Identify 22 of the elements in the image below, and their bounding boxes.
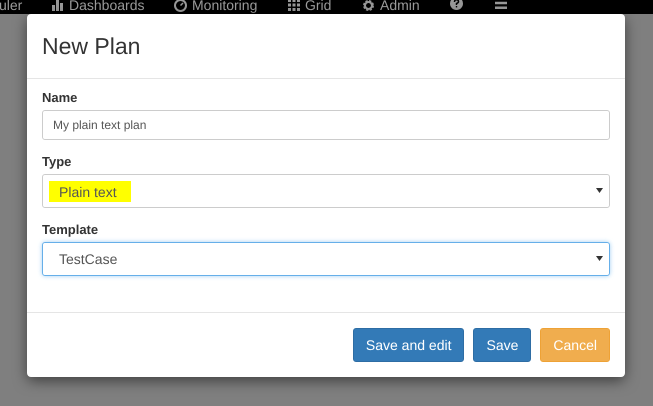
nav-link[interactable]: Grid (305, 0, 332, 13)
caret-icon (596, 256, 603, 261)
save-button[interactable]: Save and edit (352, 328, 464, 362)
field-label: Type (42, 154, 72, 169)
bar-chart-icon (52, 0, 64, 11)
dialog-title: New Plan (42, 32, 140, 60)
menu-icon[interactable] (495, 0, 507, 9)
nav-link[interactable]: uler (0, 0, 22, 13)
nav-link[interactable]: Dashboards (69, 0, 144, 13)
field-label: Template (42, 222, 100, 237)
input-field[interactable]: My plain text plan (42, 110, 610, 140)
gauge-icon (174, 0, 187, 12)
nav-link[interactable]: Monitoring (192, 0, 258, 13)
caret-icon (596, 188, 603, 193)
grid-icon (288, 0, 300, 11)
field-label: Name (42, 90, 78, 105)
save-button[interactable]: Save (473, 328, 532, 362)
settings-icon (362, 0, 375, 12)
select-field[interactable]: Plain text (42, 174, 610, 208)
help-icon[interactable] (450, 0, 463, 10)
select-field[interactable]: TestCase (42, 242, 610, 276)
nav-link[interactable]: Admin (380, 0, 420, 13)
